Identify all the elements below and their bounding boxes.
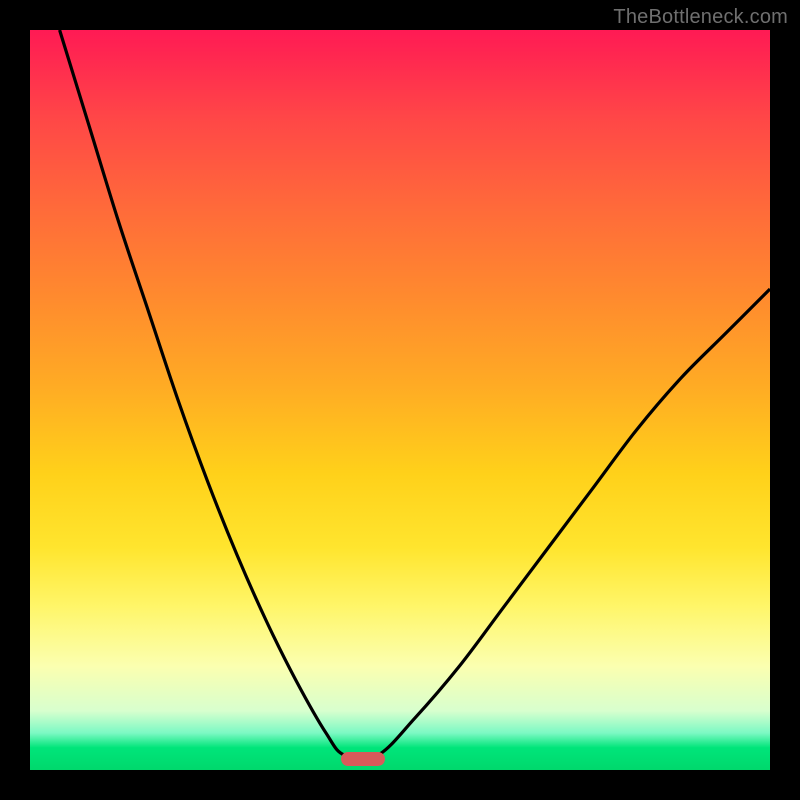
- bottleneck-curve: [30, 30, 770, 770]
- plot-area: [30, 30, 770, 770]
- optimum-marker: [341, 752, 385, 766]
- curve-path: [60, 30, 770, 759]
- watermark-text: TheBottleneck.com: [613, 6, 788, 29]
